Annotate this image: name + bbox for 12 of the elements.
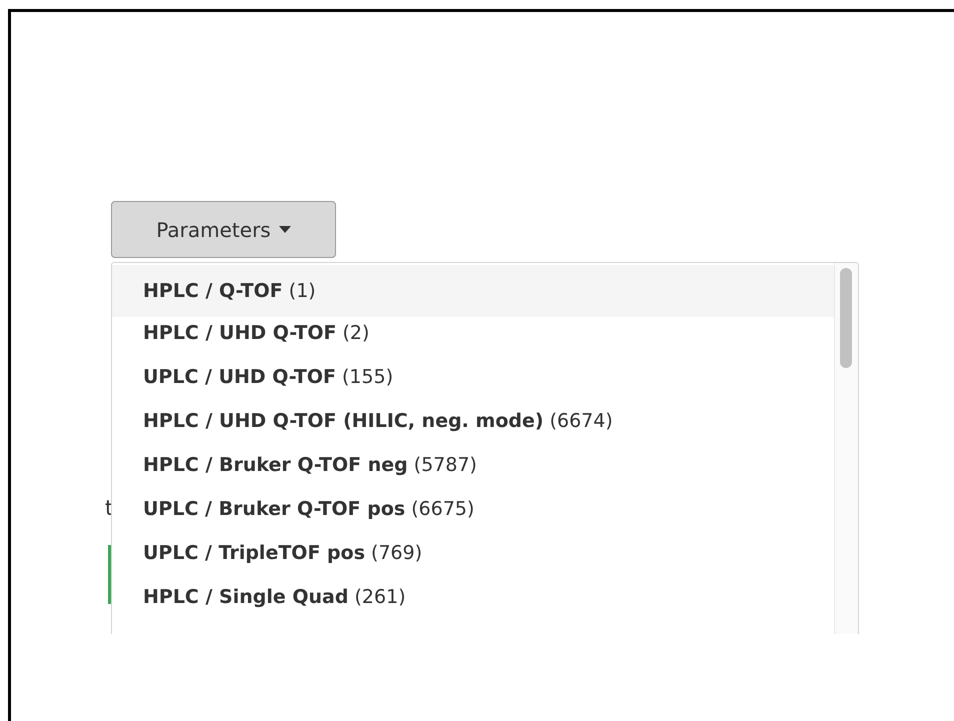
menu-item[interactable]: HPLC / Single Quad (261)	[112, 575, 834, 619]
accent-bar	[108, 545, 111, 604]
menu-item[interactable]: UPLC / Bruker Q-TOF pos (6675)	[112, 487, 834, 531]
caret-icon	[278, 226, 291, 233]
scrollbar[interactable]	[834, 263, 858, 634]
parameters-dropdown-button[interactable]: Parameters	[111, 201, 336, 258]
menu-item[interactable]: HPLC / UHD Q-TOF (HILIC, neg. mode) (6674)	[112, 399, 834, 443]
scrollbar-thumb[interactable]	[840, 268, 852, 368]
menu-item[interactable]: UPLC / UHD Q-TOF (155)	[112, 355, 834, 399]
menu-item[interactable]: HPLC / Bruker Q-TOF neg (5787)	[112, 443, 834, 487]
menu-item[interactable]: UPLC / TripleTOF pos (769)	[112, 531, 834, 575]
menu-item[interactable]: HPLC / Q-TOF (1)	[112, 265, 834, 317]
